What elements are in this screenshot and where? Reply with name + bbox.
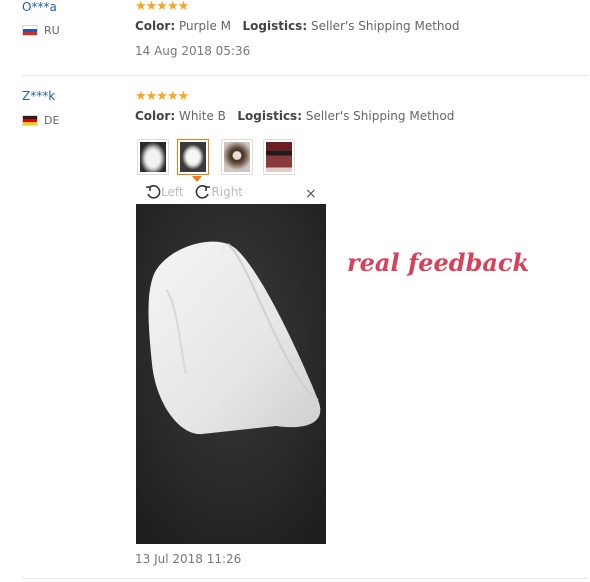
enlarged-review-photo <box>136 204 326 544</box>
rotate-right-button[interactable]: Right <box>195 185 243 199</box>
rotate-right-label: Right <box>211 184 244 199</box>
real-feedback-overlay: real feedback <box>347 248 530 277</box>
review-photo-thumbnail[interactable] <box>263 139 295 175</box>
reviewer-name[interactable]: Z***k <box>22 89 55 103</box>
reviewer-name[interactable]: O***a <box>22 0 57 14</box>
review-attributes: Color: Purple M Logistics: Seller's Ship… <box>135 19 459 33</box>
close-viewer-icon[interactable]: × <box>305 186 317 202</box>
selected-thumb-caret-icon <box>192 176 202 182</box>
photo-bottle-top <box>224 142 250 172</box>
photo-bottle <box>266 142 292 172</box>
review-attributes: Color: White B Logistics: Seller's Shipp… <box>135 109 454 123</box>
reviewer-country: RU <box>22 23 60 37</box>
logistics-value: Seller's Shipping Method <box>305 109 455 123</box>
country-code: DE <box>44 114 60 127</box>
photo-white-tape <box>180 142 206 172</box>
rotate-left-label: Left <box>161 184 184 199</box>
review-photo-thumbnail[interactable] <box>137 139 169 175</box>
color-label: Color: <box>135 109 176 123</box>
rotate-left-icon <box>146 185 161 199</box>
logistics-value: Seller's Shipping Method <box>310 19 460 33</box>
review-photo-thumbnail-selected[interactable] <box>177 139 209 175</box>
rotate-left-button[interactable]: Left <box>145 185 187 199</box>
review-divider <box>22 75 588 76</box>
star-rating: ★★★★★ <box>135 89 189 104</box>
russia-flag-icon <box>22 25 38 36</box>
logistics-label: Logistics: <box>242 19 308 33</box>
country-code: RU <box>44 24 60 37</box>
reviewer-country: DE <box>22 113 59 127</box>
star-rating: ★★★★★ <box>135 0 189 14</box>
review-date: 13 Jul 2018 11:26 <box>135 552 242 566</box>
review-photo-thumbnail[interactable] <box>221 139 253 175</box>
logistics-label: Logistics: <box>237 109 302 123</box>
rotate-right-icon <box>196 185 211 199</box>
photo-packaging <box>140 142 166 172</box>
review-date: 14 Aug 2018 05:36 <box>135 44 251 58</box>
germany-flag-icon <box>22 115 38 126</box>
color-value: Purple M <box>178 19 232 33</box>
review-divider <box>22 578 588 579</box>
photo-canvas <box>136 204 326 544</box>
color-value: White B <box>178 109 226 123</box>
color-label: Color: <box>135 19 176 33</box>
image-viewer-toolbar: Left Right <box>145 184 325 200</box>
